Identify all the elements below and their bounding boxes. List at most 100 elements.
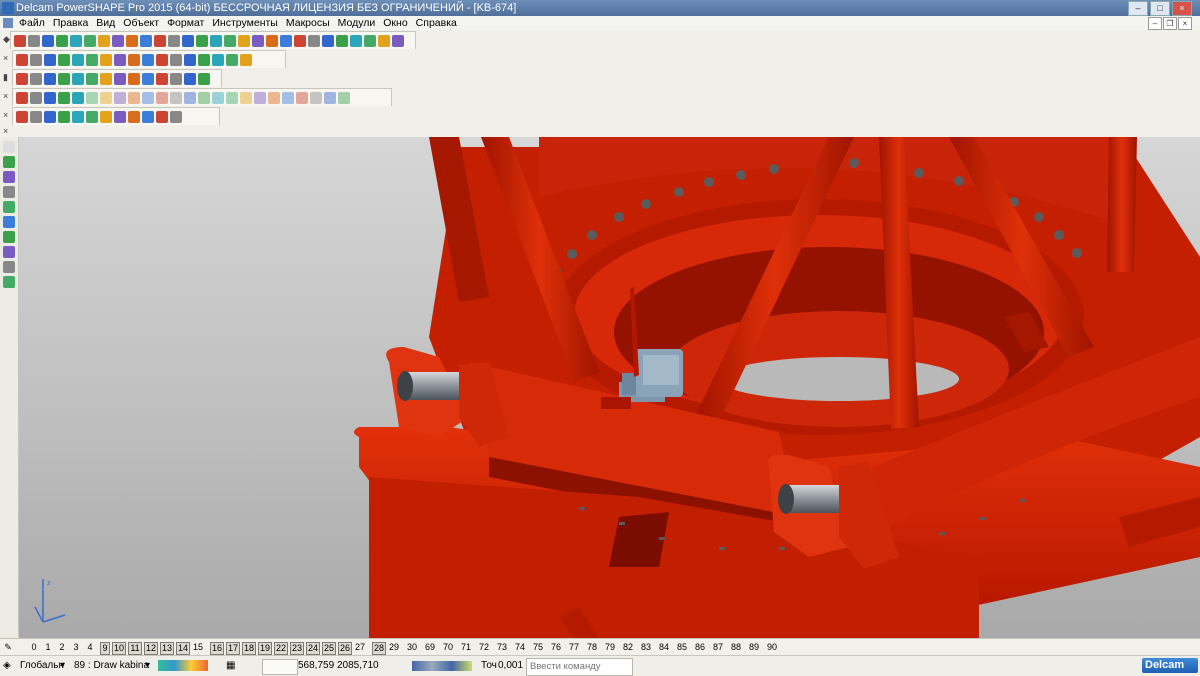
level-74[interactable]: 74 [514,642,526,653]
level-1[interactable]: 1 [44,642,52,653]
menu-item[interactable]: Вид [92,16,119,30]
level-72[interactable]: 72 [478,642,490,653]
tool-icon[interactable] [142,110,154,123]
tool-icon[interactable] [140,34,152,47]
tool-icon[interactable] [350,34,362,47]
document-icon[interactable] [3,18,13,28]
tool-icon[interactable] [70,34,82,47]
tool-icon[interactable] [322,34,334,47]
menu-item[interactable]: Файл [15,16,49,30]
tool-icon[interactable] [198,91,210,104]
tool-icon[interactable] [170,110,182,123]
level-29[interactable]: 29 [388,642,400,653]
level-0[interactable]: 0 [30,642,38,653]
menu-item[interactable]: Формат [163,16,208,30]
snap-icons[interactable] [158,660,208,671]
level-83[interactable]: 83 [640,642,652,653]
tool-icon[interactable] [3,261,15,273]
close-button[interactable]: × [1172,1,1192,16]
tool-icon[interactable] [266,34,278,47]
level-26[interactable]: 26 [338,642,352,655]
tool-icon[interactable] [336,34,348,47]
mode-icons[interactable] [412,661,472,671]
menu-item[interactable]: Объект [119,16,163,30]
level-22[interactable]: 22 [274,642,288,655]
tool-icon[interactable] [84,34,96,47]
level-2[interactable]: 2 [58,642,66,653]
tool-icon[interactable] [58,110,70,123]
tool-icon[interactable] [210,34,222,47]
level-17[interactable]: 17 [226,642,240,655]
tool-icon[interactable] [240,91,252,104]
level-15[interactable]: 15 [192,642,204,653]
toolbar-close-icon[interactable]: × [3,90,11,102]
tool-icon[interactable] [280,34,292,47]
tool-icon[interactable] [128,72,140,85]
tool-icon[interactable] [44,91,56,104]
level-select[interactable]: 89 : Draw kabina [74,659,149,673]
tool-icon[interactable] [184,72,196,85]
tool-icon[interactable] [3,156,15,168]
tool-icon[interactable] [226,53,238,66]
level-82[interactable]: 82 [622,642,634,653]
tool-icon[interactable] [170,53,182,66]
tool-icon[interactable] [3,216,15,228]
tool-icon[interactable] [154,34,166,47]
tool-icon[interactable] [168,34,180,47]
level-78[interactable]: 78 [586,642,598,653]
tool-icon[interactable] [294,34,306,47]
tool-icon[interactable] [30,91,42,104]
menu-item[interactable]: Модули [334,16,380,30]
mdi-restore-button[interactable]: ❐ [1163,17,1177,30]
input-box[interactable] [262,659,298,675]
tool-icon[interactable] [156,72,168,85]
tool-icon[interactable] [182,34,194,47]
level-77[interactable]: 77 [568,642,580,653]
tool-icon[interactable] [3,201,15,213]
level-gear-icon[interactable]: ✎ [3,642,13,653]
level-12[interactable]: 12 [144,642,158,655]
tool-icon[interactable] [142,72,154,85]
level-10[interactable]: 10 [112,642,126,655]
tool-icon[interactable] [128,91,140,104]
level-28[interactable]: 28 [372,642,386,655]
tool-icon[interactable] [184,53,196,66]
tool-icon[interactable] [324,91,336,104]
tool-icon[interactable] [156,110,168,123]
model-view[interactable]: z [19,137,1200,638]
tool-icon[interactable] [296,91,308,104]
tool-icon[interactable] [72,72,84,85]
level-16[interactable]: 16 [210,642,224,655]
level-86[interactable]: 86 [694,642,706,653]
level-25[interactable]: 25 [322,642,336,655]
tool-icon[interactable] [86,110,98,123]
tool-icon[interactable] [114,53,126,66]
tool-icon[interactable] [238,34,250,47]
level-3[interactable]: 3 [72,642,80,653]
tool-icon[interactable] [378,34,390,47]
chevron-down-icon[interactable]: ▾ [60,659,65,673]
level-87[interactable]: 87 [712,642,724,653]
tool-icon[interactable] [184,91,196,104]
tool-icon[interactable] [128,110,140,123]
tool-icon[interactable] [170,91,182,104]
tool-icon[interactable] [156,91,168,104]
tool-icon[interactable] [392,34,404,47]
maximize-button[interactable]: □ [1150,1,1170,16]
tool-icon[interactable] [198,53,210,66]
tool-icon[interactable] [338,91,350,104]
tool-icon[interactable] [30,110,42,123]
tool-icon[interactable] [86,91,98,104]
minimize-button[interactable]: – [1128,1,1148,16]
level-85[interactable]: 85 [676,642,688,653]
tool-icon[interactable] [364,34,376,47]
level-70[interactable]: 70 [442,642,454,653]
tool-icon[interactable] [142,53,154,66]
tool-icon[interactable] [114,91,126,104]
tool-icon[interactable] [58,91,70,104]
tool-icon[interactable] [268,91,280,104]
tool-icon[interactable] [30,53,42,66]
tool-icon[interactable] [44,72,56,85]
level-90[interactable]: 90 [766,642,778,653]
graphics-viewport[interactable]: z [19,137,1200,638]
